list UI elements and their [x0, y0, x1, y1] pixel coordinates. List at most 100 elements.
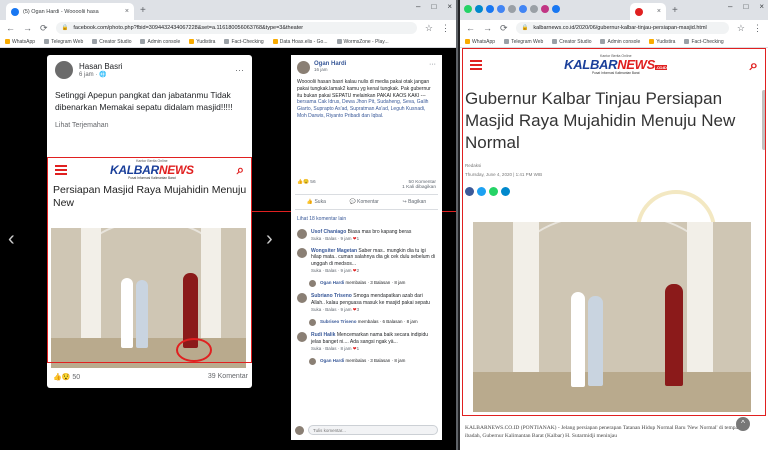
creator-studio-icon[interactable]	[486, 5, 494, 13]
reactions-icon: 👍😯	[297, 179, 309, 185]
embedded-site-header: Kantor Berita Online KALBARNEWS Pusat In…	[47, 158, 252, 182]
bookmarks-bar: WhatsApp Telegram Web Creator Studio Adm…	[0, 36, 456, 48]
telegram-share-icon[interactable]	[501, 187, 510, 196]
twitter-share-icon[interactable]	[477, 187, 486, 196]
comment-input[interactable]	[308, 425, 438, 435]
reload-icon[interactable]: ⟳	[500, 23, 508, 34]
menu-icon[interactable]: ⋮	[441, 23, 450, 34]
avatar	[297, 61, 310, 74]
close-window-icon[interactable]: ×	[447, 2, 452, 11]
reply-thread[interactable]: Ogan Hardi membalas · 3 Balasan · 8 jam	[291, 277, 442, 290]
google-icon[interactable]	[497, 5, 505, 13]
bookmark[interactable]: Admin console	[600, 39, 640, 45]
tab-icon[interactable]	[508, 5, 516, 13]
post-reaction-bar: 👍😯 50 39 Komentar	[53, 373, 248, 381]
star-icon[interactable]: ☆	[425, 23, 433, 34]
comment: Usof Chaniago Biasa mas bro kapang beras…	[291, 226, 442, 245]
share-button[interactable]: ↪ Bagikan	[402, 199, 426, 205]
forward-icon[interactable]: →	[483, 23, 492, 33]
minimize-icon[interactable]: –	[728, 2, 732, 11]
right-browser-window: × + – □ × ← → ⟳ 🔒 kalbarnews.co.id/2020/06/…	[460, 0, 768, 450]
menu-icon[interactable]: ⋮	[753, 23, 762, 34]
bookmark[interactable]: Yudistira	[649, 39, 675, 45]
post-time: 6 jam	[79, 72, 94, 78]
minimize-icon[interactable]: –	[416, 2, 420, 11]
close-tab-icon[interactable]: ×	[125, 8, 129, 15]
bookmark[interactable]: Data Hoax.elis - Go...	[273, 39, 328, 45]
comment-count[interactable]: 39 Komentar	[208, 373, 248, 381]
left-browser-window: (5) Ogan Hardi - Woooolii hasa × + – □ × ←…	[0, 0, 458, 450]
back-icon[interactable]: ←	[466, 23, 475, 33]
facebook-icon[interactable]	[552, 5, 560, 13]
bookmark[interactable]: Creator Studio	[552, 39, 591, 45]
reply-thread[interactable]: Ogan Hardi membalas · 3 Balasan · 8 jam	[291, 355, 442, 368]
hamburger-icon[interactable]	[470, 60, 482, 70]
google-icon[interactable]	[519, 5, 527, 13]
address-bar: ← → ⟳ 🔒 facebook.com/photo.php?fbid=30944…	[0, 20, 456, 36]
star-icon[interactable]: ☆	[737, 23, 745, 34]
back-icon[interactable]: ←	[6, 23, 15, 33]
bookmark[interactable]: Telegram Web	[504, 39, 543, 45]
article-date: Thursday, June 4, 2020 | 1:41 PM WIB	[465, 172, 543, 177]
shares-count[interactable]: 1 Kali dibagikan	[402, 185, 436, 190]
comment: Rudi Halik Mencemarkan nama baik secara …	[291, 329, 442, 355]
bookmark[interactable]: WormsZone - Play...	[337, 39, 389, 45]
see-translation-link[interactable]: Lihat Terjemahan	[47, 118, 252, 133]
facebook-share-icon[interactable]	[465, 187, 474, 196]
bookmark[interactable]: Fact-Checking	[224, 39, 263, 45]
more-icon[interactable]: ···	[235, 65, 244, 75]
maximize-icon[interactable]: □	[743, 2, 748, 11]
bookmark[interactable]: Admin console	[140, 39, 180, 45]
tagged-people[interactable]: bersama Cak Idrus, Dewa Jhon Pit, Sudahe…	[297, 99, 428, 119]
bookmark[interactable]: Yudistira	[189, 39, 215, 45]
bookmark[interactable]: Telegram Web	[44, 39, 83, 45]
tab-title: (5) Ogan Hardi - Woooolii hasa	[23, 8, 99, 15]
tab-bar: (5) Ogan Hardi - Woooolii hasa × + – □ ×	[0, 0, 456, 20]
lock-icon: 🔒	[61, 25, 69, 31]
red-circle-annotation	[176, 338, 212, 362]
next-photo-icon[interactable]: ›	[266, 228, 273, 251]
tab-icon[interactable]	[530, 5, 538, 13]
like-button[interactable]: 👍 Suka	[307, 199, 326, 205]
close-tab-icon[interactable]: ×	[657, 8, 661, 15]
kalbarnews-logo: Kantor Berita Online KALBARNEWS Pusat In…	[110, 159, 194, 180]
article-body: KALBARNEWS.CO.ID (PONTIANAK) - Jelang pe…	[465, 425, 740, 439]
tab-kalbarnews[interactable]: ×	[630, 3, 666, 20]
panel-post-text: Woooolii hasan basri kalau nulis di medi…	[297, 79, 431, 99]
panel-time: 16 jam	[314, 67, 328, 72]
embedded-headline: Persiapan Masjid Raya Mujahidin Menuju N…	[53, 184, 247, 210]
address-bar: ← → ⟳ 🔒 kalbarnews.co.id/2020/06/gubernur…	[460, 20, 768, 36]
reactions-icon: 👍😯	[53, 374, 71, 381]
bookmark[interactable]: WhatsApp	[465, 39, 495, 45]
whatsapp-share-icon[interactable]	[489, 187, 498, 196]
kalbarnews-logo[interactable]: Kantor Berita Online KALBARNEWS.CO.ID Pu…	[564, 54, 668, 76]
comment-button[interactable]: 💬 Komentar	[350, 199, 379, 205]
maximize-icon[interactable]: □	[431, 2, 436, 11]
scroll-top-icon[interactable]: ^	[736, 417, 750, 431]
bookmark[interactable]: Fact-Checking	[684, 39, 723, 45]
forward-icon[interactable]: →	[23, 23, 32, 33]
article-author[interactable]: Redaksi	[465, 163, 481, 168]
scrollbar[interactable]	[762, 90, 766, 150]
whatsapp-icon[interactable]	[464, 5, 472, 13]
bookmark[interactable]: Creator Studio	[92, 39, 131, 45]
instagram-icon[interactable]	[541, 5, 549, 13]
tab-facebook[interactable]: (5) Ogan Hardi - Woooolii hasa ×	[6, 3, 134, 20]
reply-thread[interactable]: Subriseo Triseno membalas · 6 Balasan · …	[291, 316, 442, 329]
url-field[interactable]: 🔒 facebook.com/photo.php?fbid=30944324340…	[55, 22, 417, 34]
prev-photo-icon[interactable]: ‹	[8, 228, 15, 251]
search-icon[interactable]: ⌕	[750, 57, 758, 74]
new-tab-icon[interactable]: +	[672, 5, 678, 16]
avatar	[309, 280, 316, 288]
telegram-icon[interactable]	[475, 5, 483, 13]
new-tab-icon[interactable]: +	[140, 5, 146, 16]
mosque-photo	[51, 228, 246, 368]
url-field[interactable]: 🔒 kalbarnews.co.id/2020/06/gubernur-kalba…	[515, 22, 729, 34]
close-window-icon[interactable]: ×	[759, 2, 764, 11]
comment: Subriano Triseno Smoga mendapatkan azab …	[291, 290, 442, 316]
avatar	[55, 61, 73, 79]
bookmark[interactable]: WhatsApp	[5, 39, 35, 45]
more-icon[interactable]: ···	[429, 61, 436, 74]
reload-icon[interactable]: ⟳	[40, 23, 48, 34]
more-comments-link[interactable]: Lihat 18 komentar lain	[291, 212, 442, 226]
